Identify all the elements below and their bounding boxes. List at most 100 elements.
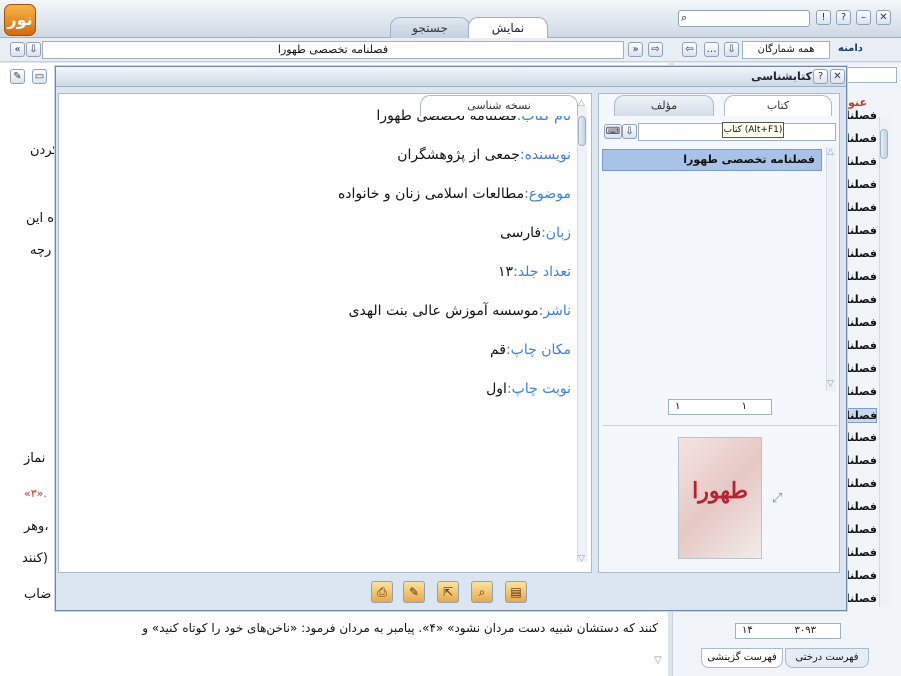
top-search-input[interactable]: ⌕ — [678, 10, 810, 27]
scroll-down-icon[interactable]: ▽ — [827, 379, 834, 389]
tab-book[interactable]: کتاب — [724, 95, 832, 116]
book-cover-image: طهورا — [678, 437, 762, 559]
dialog-title-bar: کتابشناسی ? ✕ — [56, 67, 846, 87]
tab-selective-index[interactable]: فهرست گزینشی — [701, 648, 783, 668]
results-filter-input[interactable] — [845, 67, 897, 83]
list-item[interactable]: فصلنا — [845, 201, 877, 214]
help-icon[interactable]: ? — [836, 10, 851, 25]
book-list-item-selected[interactable]: فصلنامه تخصصی طهورا — [602, 149, 822, 171]
double-left-icon[interactable]: « — [10, 42, 25, 57]
book-pager[interactable]: ۱ ۱ — [668, 399, 772, 415]
details-scrollbar[interactable]: △ ▽ — [577, 98, 587, 564]
down-arrow-icon[interactable]: ⇩ — [724, 42, 739, 57]
list-item[interactable]: فصلنا — [845, 178, 877, 191]
document-icon[interactable]: ▤ — [505, 581, 527, 603]
meta-row: ناشر:موسسه آموزش عالی بنت الهدی — [59, 303, 571, 319]
tab-tree-index[interactable]: فهرست درختی — [785, 648, 869, 668]
top-bar: نور جستجو نمایش ⌕ ! ? – ✕ — [0, 0, 901, 38]
meta-value: فارسی — [499, 225, 542, 241]
scroll-up-icon[interactable]: △ — [827, 147, 834, 157]
meta-value: مطالعات اسلامی زنان و خانواده — [337, 186, 525, 202]
meta-value: ۱۳ — [498, 264, 514, 280]
keyboard-icon[interactable]: ⌨ — [604, 124, 622, 139]
pager-right: ۱ — [741, 401, 747, 412]
list-item[interactable]: فصلنا — [845, 431, 877, 444]
down-arrow-icon[interactable]: ⇩ — [26, 42, 41, 57]
text-fragment: وهر، — [24, 519, 49, 534]
back-arrow-icon[interactable]: ⇦ — [682, 42, 697, 57]
forward-arrow-icon[interactable]: ⇨ — [648, 42, 663, 57]
tab-search[interactable]: جستجو — [390, 17, 470, 38]
meta-label: نویسنده: — [519, 147, 571, 163]
list-item[interactable]: فصلنا — [845, 224, 877, 237]
tab-bibliographic[interactable]: نسخه شناسی — [420, 95, 578, 116]
list-item[interactable]: فصلنا — [845, 362, 877, 375]
scroll-thumb[interactable] — [880, 129, 888, 159]
address-field[interactable]: فصلنامه تخصصی طهورا — [42, 41, 624, 59]
list-item[interactable]: فصلنا — [845, 592, 877, 605]
tools-icon[interactable]: ✎ — [10, 69, 25, 84]
page-counter[interactable]: ۱۴ ۳۰۹۳ — [735, 623, 841, 639]
view-icon[interactable]: ▭ — [32, 69, 47, 84]
list-item[interactable]: فصلنا — [845, 339, 877, 352]
meta-label: موضوع: — [524, 186, 571, 202]
list-item[interactable]: فصلنا — [845, 546, 877, 559]
close-icon[interactable]: ✕ — [876, 10, 891, 25]
meta-list: نام کتاب:فصلنامه تخصصی طهورا نویسنده:جمعی… — [59, 94, 571, 572]
meta-label: زبان: — [541, 225, 571, 241]
meta-value: موسسه آموزش عالی بنت الهدی — [348, 303, 539, 319]
scope-select[interactable]: همه شمارگان — [742, 41, 830, 59]
meta-value: قم — [489, 342, 506, 358]
meta-label: مکان چاپ: — [505, 342, 571, 358]
tab-display[interactable]: نمایش — [468, 17, 548, 38]
list-item[interactable]: فصلنا — [845, 270, 877, 283]
text-fragment: نماز — [24, 451, 46, 466]
list-item[interactable]: فصلنا — [845, 523, 877, 536]
book-list-scrollbar[interactable]: △ ▽ — [826, 147, 836, 391]
list-item[interactable]: فصلنا — [845, 454, 877, 467]
page-current: ۱۴ — [742, 625, 753, 636]
tooltip: کتاب (Alt+F1) — [722, 122, 784, 138]
list-item[interactable]: فصلنا — [845, 316, 877, 329]
meta-row: تعداد جلد:۱۳ — [59, 264, 571, 280]
list-item[interactable]: فصلنا — [845, 132, 877, 145]
double-right-icon[interactable]: » — [628, 42, 643, 57]
list-item[interactable]: فصلنا — [845, 155, 877, 168]
list-item[interactable]: فصلنا — [845, 408, 877, 423]
expand-icon[interactable]: ⤢ — [772, 491, 782, 506]
scroll-down-icon[interactable]: ▽ — [578, 554, 585, 564]
minimize-icon[interactable]: – — [856, 10, 871, 25]
edit-icon[interactable]: ✎ — [403, 581, 425, 603]
print-icon[interactable]: ⎙ — [371, 581, 393, 603]
bibliography-dialog: کتابشناسی ? ✕ نام کتاب:فصلنامه تخصصی طهو… — [55, 66, 847, 611]
scroll-up-icon[interactable]: △ — [578, 98, 585, 108]
results-scrollbar[interactable] — [879, 117, 889, 607]
list-item[interactable]: فصلنا — [845, 569, 877, 582]
dialog-title: کتابشناسی — [751, 70, 812, 83]
scroll-thumb[interactable] — [578, 116, 586, 146]
footnote-ref[interactable]: «۳». — [24, 487, 47, 500]
scope-label: دامنه — [838, 43, 863, 54]
search-icon: ⌕ — [681, 11, 688, 24]
search-icon[interactable]: ⌕ — [471, 581, 493, 603]
list-item[interactable]: فصلنا — [845, 109, 877, 122]
warning-icon[interactable]: ! — [816, 10, 831, 25]
export-icon[interactable]: ⇱ — [437, 581, 459, 603]
scroll-down-icon[interactable]: ▽ — [654, 655, 662, 666]
list-item[interactable]: فصلنا — [845, 477, 877, 490]
down-arrow-icon[interactable]: ⇩ — [622, 124, 637, 139]
tab-author[interactable]: مؤلف — [614, 95, 714, 116]
meta-row: مکان چاپ:قم — [59, 342, 571, 358]
list-item[interactable]: فصلنا — [845, 385, 877, 398]
meta-label: تعداد جلد: — [513, 264, 571, 280]
meta-label: نوبت چاپ: — [506, 381, 571, 397]
dialog-help-icon[interactable]: ? — [813, 69, 828, 84]
meta-label: ناشر: — [538, 303, 571, 319]
list-item[interactable]: فصلنا — [845, 293, 877, 306]
text-fragment: ضاب — [24, 587, 52, 602]
more-icon[interactable]: … — [704, 42, 719, 57]
text-fragment: کنند) — [22, 551, 48, 566]
dialog-close-icon[interactable]: ✕ — [830, 69, 845, 84]
list-item[interactable]: فصلنا — [845, 247, 877, 260]
list-item[interactable]: فصلنا — [845, 500, 877, 513]
